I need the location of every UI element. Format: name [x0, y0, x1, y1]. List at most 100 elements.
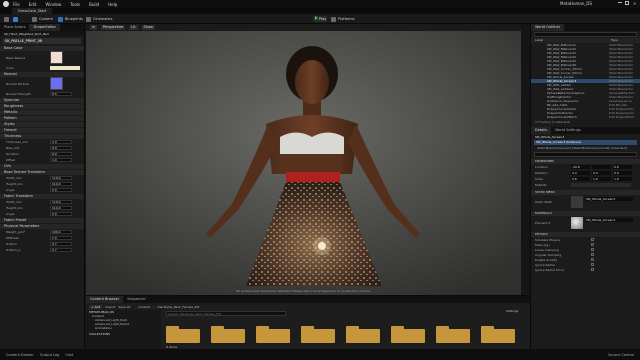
tab-sequencer[interactable]: Sequencer [123, 296, 150, 303]
section-fresnel[interactable]: Fresnel [0, 128, 84, 133]
transform-y-field[interactable]: 0.0 [592, 171, 611, 175]
source-control-button[interactable]: Source Control [608, 353, 634, 357]
tab-details[interactable]: Details [531, 127, 552, 134]
section-fabric-preset[interactable]: Fabric Preset [0, 218, 84, 223]
mesh-thumbnail[interactable] [571, 196, 583, 208]
color-bar[interactable] [50, 66, 80, 70]
prop-value[interactable]: 0.5 [50, 92, 72, 96]
folder-item[interactable] [256, 326, 290, 343]
collections-header[interactable]: COLLECTIONS [86, 332, 161, 336]
transform-z-field[interactable]: 1.0 [613, 177, 632, 181]
tab-world-settings[interactable]: World Settings [551, 127, 585, 134]
physics-checkbox[interactable] [591, 238, 594, 241]
section-pattern[interactable]: Pattern [0, 116, 84, 121]
details-search-input[interactable] [534, 152, 637, 157]
unreal-logo-icon[interactable] [3, 1, 9, 7]
transform-x-field[interactable]: 0.0 [571, 171, 590, 175]
material-thumbnail[interactable] [571, 217, 583, 229]
menu-file[interactable]: File [13, 2, 20, 7]
transform-y-field[interactable] [592, 165, 611, 169]
mode-button[interactable] [13, 16, 20, 22]
prop-value[interactable]: 0.7 [50, 248, 72, 252]
content-drawer-button[interactable]: Content Drawer [6, 353, 34, 357]
save-all-button[interactable]: Save All [118, 305, 130, 309]
folder-item[interactable] [301, 326, 335, 343]
cinematics-button[interactable]: Cinematics [86, 16, 112, 22]
folder-item[interactable] [166, 326, 200, 343]
section-uvs[interactable]: UVs [0, 164, 84, 169]
transform-z-field[interactable]: 0.0 [613, 171, 632, 175]
tab-draper-editor[interactable]: DraperEditor [29, 24, 60, 31]
prop-value[interactable]: 0.0 [50, 212, 72, 216]
prop-value[interactable]: 100.0 [50, 230, 72, 234]
menu-window[interactable]: Window [45, 2, 61, 7]
outliner-item[interactable]: DraperCurrentPatch Edit DraperPatch [531, 115, 640, 119]
prop-value[interactable]: 0.7 [50, 242, 72, 246]
blueprints-button[interactable]: Blueprints [58, 16, 83, 22]
section-roughness[interactable]: Roughness [0, 104, 84, 109]
selected-material[interactable]: SK_PAELLE_PRINT_0R [3, 38, 81, 44]
physics-checkbox[interactable] [591, 263, 594, 266]
component-sub[interactable]: StaticMeshComponent (StaticMeshComponent… [531, 146, 640, 151]
tab-world-outliner[interactable]: World Outliner [531, 24, 565, 31]
prop-value[interactable]: 110.0 [50, 200, 72, 204]
mobility-toggle[interactable] [571, 183, 631, 187]
transform-x-field[interactable]: -20.8 [571, 165, 590, 169]
prop-value[interactable]: 110.0 [50, 182, 72, 186]
physics-checkbox[interactable] [591, 248, 594, 251]
output-log-button[interactable]: Output Log [40, 353, 60, 357]
transform-z-field[interactable]: 0.0 [613, 165, 632, 169]
prop-value[interactable]: 0.0 [50, 152, 72, 156]
tab-content-browser[interactable]: Content Browser [86, 296, 124, 303]
material-picker[interactable]: SM_Whole_Screen3 [585, 218, 633, 222]
prop-value[interactable]: 1.0 [50, 140, 72, 144]
menu-help[interactable]: Help [108, 2, 117, 7]
physics-checkbox[interactable] [591, 253, 594, 256]
transform-x-field[interactable]: 0.6 [571, 177, 590, 181]
prop-value[interactable]: 110.0 [50, 176, 72, 180]
physics-checkbox[interactable] [591, 258, 594, 261]
settings-button[interactable]: Settings [506, 309, 518, 313]
show-button[interactable]: Show [141, 25, 155, 30]
outliner-search-input[interactable] [534, 32, 637, 37]
physics-checkbox[interactable] [591, 268, 594, 271]
folder-item[interactable] [436, 326, 470, 343]
mesh-picker[interactable]: SM_Whole_Screen3 [585, 197, 633, 201]
breadcrumb-folder[interactable]: Hairstyles_Pack_Female_Ext [157, 305, 199, 309]
lit-button[interactable]: Lit [129, 25, 138, 30]
prop-value[interactable]: 1.0 [50, 236, 72, 240]
normal-texture-swatch[interactable] [50, 77, 63, 90]
folder-item[interactable] [481, 326, 515, 343]
cmd-input[interactable]: Cmd [65, 353, 73, 357]
prop-value[interactable]: 110.0 [50, 206, 72, 210]
physics-checkbox[interactable] [591, 243, 594, 246]
import-button[interactable]: Import [105, 305, 115, 309]
menu-build[interactable]: Build [89, 2, 99, 7]
folder-item[interactable] [391, 326, 425, 343]
content-search-input[interactable]: Search Hairstyles_Pack_Female_Ext [166, 311, 286, 316]
component-selected[interactable]: SM_Whole_Screen3 (Instance) [534, 140, 637, 145]
play-button[interactable]: Play [313, 16, 327, 22]
add-button[interactable]: + Add [89, 304, 103, 309]
menu-tools[interactable]: Tools [70, 2, 80, 7]
prop-value[interactable]: 0.0 [50, 188, 72, 192]
menu-edit[interactable]: Edit [29, 2, 37, 7]
folder-item[interactable] [211, 326, 245, 343]
base-texture-swatch[interactable] [50, 51, 63, 64]
transform-y-field[interactable]: 1.0 [592, 177, 611, 181]
tab-place-actors[interactable]: Place Actors [0, 24, 29, 31]
viewport-menu-button[interactable]: ≡ [90, 25, 97, 30]
breadcrumb-content[interactable]: Content [138, 305, 150, 309]
save-button[interactable] [4, 16, 11, 22]
section-specular[interactable]: Specular [0, 98, 84, 103]
platforms-button[interactable]: Platforms [331, 16, 355, 22]
minimize-icon[interactable] [618, 2, 622, 3]
level-viewport[interactable]: ≡ Perspective Lit Show No active Level S… [86, 24, 521, 295]
prop-value[interactable]: 1.0 [50, 158, 72, 162]
close-icon[interactable]: ✕ [633, 1, 636, 6]
section-metallic[interactable]: Metallic [0, 110, 84, 115]
maximize-icon[interactable] [625, 1, 629, 5]
perspective-button[interactable]: Perspective [100, 25, 126, 30]
section-styles[interactable]: Styles [0, 122, 84, 127]
folder-item[interactable] [346, 326, 380, 343]
